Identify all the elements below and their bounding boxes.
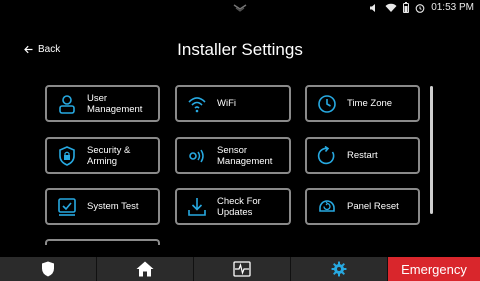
tile-wifi[interactable]: WiFi <box>175 85 291 122</box>
sensor-icon <box>189 149 204 162</box>
home-icon <box>136 261 154 277</box>
tab-security[interactable] <box>0 257 97 281</box>
system-test-icon <box>58 197 76 216</box>
tile-label: Security & Arming <box>87 144 131 167</box>
tab-settings[interactable] <box>291 257 388 281</box>
gear-icon <box>331 261 347 277</box>
wifi-icon <box>188 96 206 112</box>
shield-icon <box>42 261 54 277</box>
download-icon <box>188 197 206 216</box>
tile-label: System Test <box>87 201 139 212</box>
clock-icon <box>318 94 336 113</box>
tile-label: Panel Reset <box>347 201 399 212</box>
shield-lock-icon <box>59 145 75 166</box>
wifi-icon <box>385 3 397 12</box>
tile-check-for-updates[interactable]: Check For Updates <box>175 188 291 225</box>
tile-label: Time Zone <box>347 98 393 109</box>
tile-label: Check For Updates <box>217 195 261 218</box>
restart-icon <box>317 145 335 164</box>
page-title: Installer Settings <box>177 40 303 59</box>
scrollbar[interactable] <box>430 86 433 214</box>
volume-icon <box>370 3 376 12</box>
activity-icon <box>233 261 251 277</box>
emergency-button[interactable]: Emergency <box>388 257 480 281</box>
alarm-clock-icon <box>415 3 425 13</box>
tab-home[interactable] <box>97 257 194 281</box>
tile-label: Restart <box>347 150 378 161</box>
tile-sensor-management[interactable]: Sensor Management <box>175 137 291 174</box>
tile-partial-next-row[interactable] <box>45 239 160 245</box>
tile-restart[interactable]: Restart <box>305 137 420 174</box>
emergency-label: Emergency <box>401 261 467 277</box>
tile-security-arming[interactable]: Security & Arming <box>45 137 160 174</box>
tile-label: Sensor Management <box>217 144 273 167</box>
tile-time-zone[interactable]: Time Zone <box>305 85 420 122</box>
chevron-down-icon[interactable] <box>232 3 248 13</box>
tile-label: User Management <box>87 92 143 115</box>
tab-activity[interactable] <box>194 257 291 281</box>
tile-system-test[interactable]: System Test <box>45 188 160 225</box>
tile-label: WiFi <box>217 98 236 109</box>
panel-reset-icon <box>319 199 335 212</box>
bottom-nav: Emergency <box>0 257 480 281</box>
user-icon <box>59 94 75 114</box>
tile-user-management[interactable]: User Management <box>45 85 160 122</box>
status-bar: 01:53 PM <box>0 0 480 18</box>
status-time: 01:53 PM <box>431 2 474 13</box>
battery-icon <box>403 2 410 13</box>
tile-panel-reset[interactable]: Panel Reset <box>305 188 420 225</box>
